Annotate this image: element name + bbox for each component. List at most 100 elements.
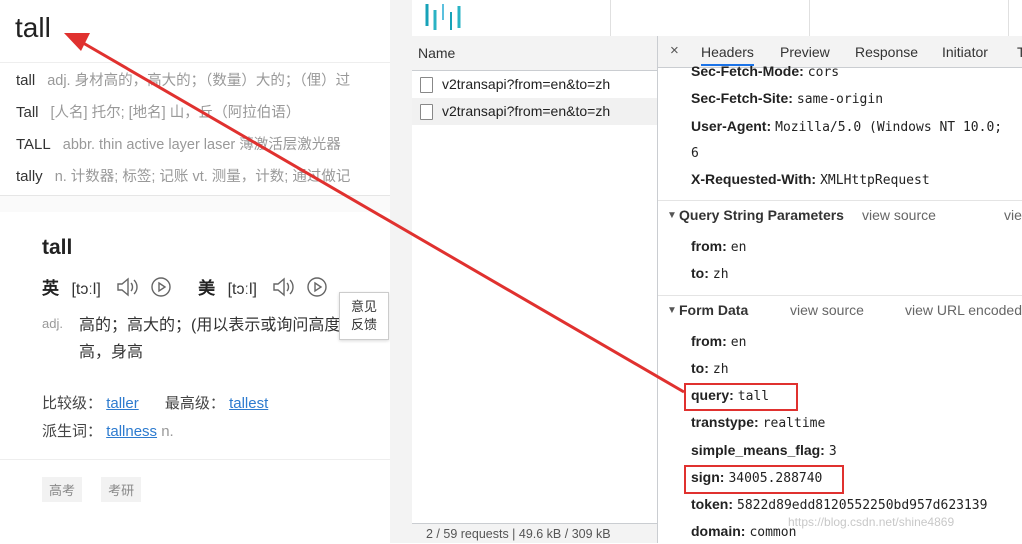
feedback-button[interactable]: 意见 反馈 (339, 292, 389, 340)
suggestion-word: tally (16, 168, 43, 185)
view-source-link[interactable]: view source (790, 302, 864, 318)
request-row[interactable]: v2transapi?from=en&to=zh (412, 71, 657, 98)
suggestion-item[interactable]: Tall [人名] 托尔; [地名] 山，丘（阿拉伯语） (16, 97, 300, 129)
word-forms: 比较级： taller 最高级： tallest 派生词： tallness n… (42, 390, 268, 446)
header-value: same-origin (796, 92, 884, 107)
phonetic-row: 英 [tɔːl] 美 [tɔːl] (42, 274, 328, 298)
form-value: realtime (762, 416, 826, 431)
header-key: Sec-Fetch-Mode: (691, 63, 804, 79)
name-column-header[interactable]: Name (412, 36, 657, 71)
request-list: Name v2transapi?from=en&to=zh v2transapi… (412, 36, 658, 543)
feedback-line: 意见 (350, 299, 377, 314)
section-title: Query String Parameters (679, 207, 844, 223)
tab-response[interactable]: Response (855, 44, 918, 60)
file-icon (420, 104, 433, 121)
param-value: zh (712, 267, 729, 282)
view-source-link[interactable]: view source (862, 207, 936, 223)
header-key: User-Agent: (691, 118, 772, 134)
header-row: 6 (691, 144, 699, 161)
header-row: Sec-Fetch-Mode: cors (691, 63, 839, 80)
param-key: from: (691, 238, 727, 254)
speaker-icon[interactable] (115, 276, 141, 303)
speaker-icon[interactable] (271, 276, 297, 303)
request-name: v2transapi?from=en&to=zh (442, 76, 611, 92)
view-decoded-link[interactable]: vie (1004, 207, 1022, 223)
form-row: to: zh (691, 360, 729, 377)
network-status-bar: 2 / 59 requests | 49.6 kB / 309 kB (412, 523, 657, 543)
sign-highlight-box (684, 465, 844, 494)
form-value: 3 (828, 444, 837, 459)
suggestion-item[interactable]: tall adj. 身材高的，高大的；（数量）大的；（俚）过 (16, 65, 350, 97)
comparative-label: 比较级： (42, 395, 103, 412)
us-phonetic: [tɔːl] (227, 281, 257, 298)
close-icon[interactable]: × (670, 42, 679, 59)
uk-label: 英 (42, 279, 59, 298)
suggestion-word: Tall (16, 104, 39, 121)
panel-gap (390, 0, 412, 543)
grid-line (610, 0, 611, 36)
tag[interactable]: 考研 (101, 477, 142, 502)
header-value: 6 (691, 146, 699, 161)
suggestion-item[interactable]: tally n. 计数器; 标签; 记账 vt. 测量，计数; 通过做记 (16, 161, 350, 193)
derivative-pos: n. (161, 423, 174, 440)
request-row-selected[interactable]: v2transapi?from=en&to=zh (412, 98, 657, 125)
timeline-bars-icon (425, 4, 461, 30)
form-value: en (730, 335, 747, 350)
superlative-label: 最高级： (164, 395, 225, 412)
divider (0, 459, 390, 460)
tab-timing[interactable]: T (1017, 44, 1022, 60)
comparative-link[interactable]: taller (106, 395, 139, 412)
dictionary-panel: tall tall adj. 身材高的，高大的；（数量）大的；（俚）过 Tall [… (0, 0, 390, 543)
tab-initiator[interactable]: Initiator (942, 44, 988, 60)
us-label: 美 (198, 279, 216, 298)
form-value: zh (712, 362, 729, 377)
uk-phonetic: [tɔːl] (71, 281, 101, 298)
form-row: token: 5822d89edd8120552250bd957d623139 (691, 496, 987, 513)
param-value: en (730, 240, 747, 255)
form-row: domain: common (691, 523, 796, 540)
form-key: to: (691, 360, 709, 376)
suggestion-def: n. 计数器; 标签; 记账 vt. 测量，计数; 通过做记 (54, 169, 351, 185)
query-params-section[interactable]: ▼ Query String Parameters view source vi… (658, 200, 1022, 231)
suggestion-def: [人名] 托尔; [地名] 山，丘（阿拉伯语） (50, 105, 301, 121)
expand-triangle-icon: ▼ (667, 305, 677, 316)
form-key: token: (691, 496, 733, 512)
param-row: from: en (691, 238, 746, 255)
header-row: User-Agent: Mozilla/5.0 (Windows NT 10.0; (691, 118, 1002, 135)
word-card: tall 英 [tɔːl] 美 [tɔːl] adj. 高的；高大的；(用以表示… (0, 212, 390, 543)
suggestion-word: TALL (16, 136, 51, 153)
suggestion-item[interactable]: TALL abbr. thin active layer laser 薄激活层激光… (16, 129, 341, 161)
header-row: Sec-Fetch-Site: same-origin (691, 90, 883, 107)
replay-icon[interactable] (150, 276, 172, 303)
tag[interactable]: 高考 (42, 477, 83, 502)
form-key: from: (691, 333, 727, 349)
suggestion-def: adj. 身材高的，高大的；（数量）大的；（俚）过 (47, 73, 351, 89)
form-key: transtype: (691, 414, 759, 430)
header-key: X-Requested-With: (691, 171, 817, 187)
expand-triangle-icon: ▼ (667, 210, 677, 221)
search-input[interactable]: tall (15, 12, 51, 44)
derivative-label: 派生词： (42, 423, 103, 440)
header-value: cors (807, 65, 840, 80)
grid-line (1008, 0, 1009, 36)
superlative-link[interactable]: tallest (229, 395, 268, 412)
request-name: v2transapi?from=en&to=zh (442, 103, 611, 119)
form-key: simple_means_flag: (691, 442, 825, 458)
derivative-link[interactable]: tallness (106, 423, 157, 440)
form-data-section[interactable]: ▼ Form Data view source view URL encoded (658, 295, 1022, 326)
waterfall-overview (412, 0, 1022, 37)
form-key: domain: (691, 523, 746, 539)
header-key: Sec-Fetch-Site: (691, 90, 793, 106)
file-icon (420, 77, 433, 94)
grid-line (809, 0, 810, 36)
entry-word: tall (42, 236, 73, 259)
replay-icon[interactable] (306, 276, 328, 303)
search-box[interactable]: tall (0, 0, 390, 63)
watermark: https://blog.csdn.net/shine4869 (788, 515, 955, 529)
definition-pos: adj. (42, 316, 63, 331)
header-value: XMLHttpRequest (820, 173, 930, 188)
suggestion-word: tall (16, 72, 36, 89)
view-url-encoded-link[interactable]: view URL encoded (905, 302, 1022, 318)
tab-preview[interactable]: Preview (780, 44, 830, 60)
suggestion-list: tall adj. 身材高的，高大的；（数量）大的；（俚）过 Tall [人名] 托… (0, 63, 390, 196)
